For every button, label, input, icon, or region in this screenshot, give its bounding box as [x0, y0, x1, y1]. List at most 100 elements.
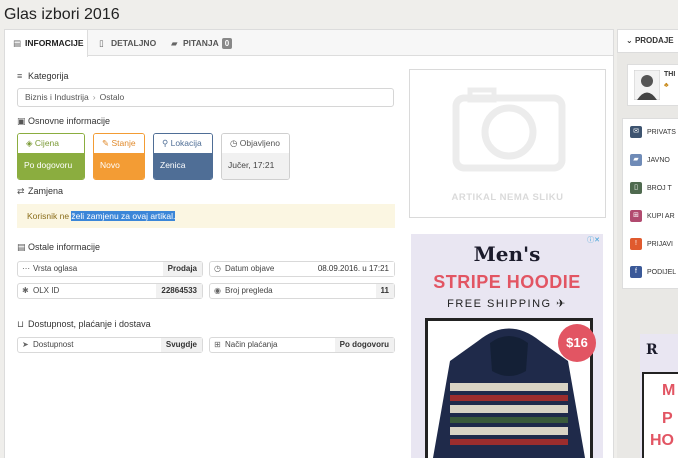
publish-date-row: ◷ Datum objave 08.09.2016. u 17:21	[209, 261, 395, 277]
category-breadcrumb: Biznis i Industrija › Ostalo	[17, 88, 394, 107]
availability-value: Svugdje	[160, 338, 202, 352]
tab-bar: ▤ INFORMACIJE ▯ DETALJNO ▰ PITANJA 0	[5, 30, 613, 57]
ad-headline: STRIPE HOODIE	[433, 272, 581, 292]
exchange-text: Korisnik ne	[27, 211, 72, 221]
other-info-heading-text: Ostale informacije	[28, 242, 101, 252]
side-ad-text: M	[662, 382, 676, 399]
payment-value: Po dogovoru	[334, 338, 394, 352]
tab-label: PITANJA	[183, 38, 219, 48]
airplane-icon: ✈	[556, 298, 567, 310]
tab-label: DETALJNO	[111, 38, 157, 48]
breadcrumb-item[interactable]: Ostalo	[100, 92, 125, 102]
document-icon: ▣	[17, 116, 26, 126]
dots-icon: ⋯	[22, 264, 30, 273]
price-box: ◈ Cijena Po dogovoru	[17, 133, 85, 180]
envelope-icon: ✉	[630, 126, 642, 138]
swap-icon: ⇄	[17, 186, 25, 196]
condition-box: ✎ Stanje Novo	[93, 133, 145, 180]
document-icon: ▯	[99, 38, 104, 48]
advertisement[interactable]: ⓘ✕ Men's STRIPE HOODIE FREE SHIPPING ✈ $…	[411, 234, 603, 458]
seller-panel: ⌄ PRODAJE THI ♣ ✉ PRIVATS ▰ JAVNO ▯ BROJ T …	[617, 29, 678, 458]
side-ad-text: P	[662, 410, 673, 427]
seller-name: THI	[664, 71, 676, 78]
document-icon: ▤	[17, 242, 26, 252]
tab-informacije[interactable]: ▤ INFORMACIJE	[5, 30, 88, 57]
condition-label: ✎ Stanje	[94, 134, 144, 153]
chat-icon: ▰	[630, 154, 642, 166]
phone-number-link[interactable]: ▯ BROJ T	[623, 176, 678, 201]
exchange-heading: ⇄ Zamjena	[17, 186, 63, 197]
view-count-value: 11	[375, 284, 394, 298]
chevron-right-icon: ›	[92, 92, 96, 102]
ad-type-value: Prodaja	[162, 262, 202, 276]
tag-icon: ◈	[26, 138, 35, 148]
clock-icon: ◷	[230, 138, 240, 148]
location-label: ⚲ Lokacija	[154, 134, 212, 153]
location-arrow-icon: ➤	[22, 340, 29, 349]
exchange-heading-text: Zamjena	[28, 186, 64, 196]
exchange-text-highlighted: želi zamjenu za ovaj artikal.	[71, 211, 176, 221]
tab-pitanja[interactable]: ▰ PITANJA 0	[163, 30, 243, 56]
page-title: Glas izbori 2016	[4, 6, 120, 23]
breadcrumb-item[interactable]: Biznis i Industrija	[25, 92, 89, 102]
publish-date-value: 08.09.2016. u 17:21	[312, 262, 394, 276]
clock-icon: ◷	[214, 264, 221, 273]
ad-price-badge: $16	[558, 324, 596, 362]
listing-card: ▤ INFORMACIJE ▯ DETALJNO ▰ PITANJA 0 ≡ Katego…	[4, 29, 614, 458]
seller-badge-icon: ♣	[664, 82, 669, 89]
no-image-placeholder: ARTIKAL NEMA SLIKU	[409, 69, 606, 218]
info-icon: ▤	[13, 38, 22, 48]
exchange-note: Korisnik ne želi zamjenu za ovaj artikal…	[17, 204, 395, 228]
olx-id-value: 22864533	[156, 284, 202, 298]
public-question-link[interactable]: ▰ JAVNO	[623, 148, 678, 173]
price-value: Po dogovoru	[18, 153, 84, 179]
tab-label: INFORMACIJE	[25, 38, 84, 48]
olx-id-row: ✱ OLX ID 22864533	[17, 283, 203, 299]
cart-icon: ⊞	[214, 340, 221, 349]
facebook-icon: f	[630, 266, 642, 278]
no-image-text: ARTIKAL NEMA SLIKU	[451, 192, 564, 203]
eye-icon: ◉	[214, 286, 221, 295]
published-label: ◷ Objavljeno	[222, 134, 289, 153]
view-count-row: ◉ Broj pregleda 11	[209, 283, 395, 299]
tab-detaljno[interactable]: ▯ DETALJNO	[91, 30, 161, 56]
availability-heading-text: Dostupnost, plaćanje i dostava	[28, 319, 151, 329]
other-info-heading: ▤ Ostale informacije	[17, 242, 100, 253]
side-ad-text: R	[646, 342, 658, 358]
category-heading-text: Kategorija	[28, 71, 69, 81]
side-advertisement[interactable]: R M P HO	[640, 334, 678, 458]
location-value: Zenica	[154, 153, 212, 179]
wrench-icon: ✱	[22, 286, 29, 295]
chevron-down-icon: ⌄	[626, 36, 635, 45]
seller-actions: ✉ PRIVATS ▰ JAVNO ▯ BROJ T ⊞ KUPI AR ! PRIJAV…	[622, 118, 678, 289]
payment-row: ⊞ Način plaćanja Po dogovoru	[209, 337, 395, 353]
category-heading: ≡ Kategorija	[17, 71, 69, 81]
list-icon: ≡	[17, 71, 23, 81]
basic-info-heading: ▣ Osnovne informacije	[17, 116, 110, 127]
price-label: ◈ Cijena	[18, 134, 84, 153]
ad-title: Men's	[473, 242, 541, 266]
location-box: ⚲ Lokacija Zenica	[153, 133, 213, 180]
ad-subline: FREE SHIPPING ✈	[447, 298, 567, 310]
availability-heading: ⊔ Dostupnost, plaćanje i dostava	[17, 319, 151, 330]
seller-panel-title: PRODAJE	[634, 36, 674, 45]
questions-count-badge: 0	[221, 38, 233, 49]
map-pin-icon: ⚲	[162, 138, 171, 148]
availability-row: ➤ Dostupnost Svugdje	[17, 337, 203, 353]
phone-icon: ▯	[630, 182, 642, 194]
condition-value: Novo	[94, 153, 144, 179]
chat-icon: ▰	[171, 38, 178, 48]
ad-type-row: ⋯ Vrsta oglasa Prodaja	[17, 261, 203, 277]
avatar	[634, 70, 660, 100]
basic-info-heading-text: Osnovne informacije	[28, 116, 111, 126]
seller-card[interactable]: THI ♣	[627, 64, 678, 106]
share-link[interactable]: f PODIJEL	[623, 260, 678, 285]
report-link[interactable]: ! PRIJAVI	[623, 232, 678, 257]
private-message-link[interactable]: ✉ PRIVATS	[623, 120, 678, 145]
seller-panel-header[interactable]: ⌄ PRODAJE	[617, 29, 678, 53]
side-ad-text: HO	[650, 432, 674, 449]
buy-article-link[interactable]: ⊞ KUPI AR	[623, 204, 678, 229]
basket-icon: ⊔	[17, 319, 25, 329]
warning-icon: !	[630, 238, 642, 250]
published-box: ◷ Objavljeno Jučer, 17:21	[221, 133, 290, 180]
